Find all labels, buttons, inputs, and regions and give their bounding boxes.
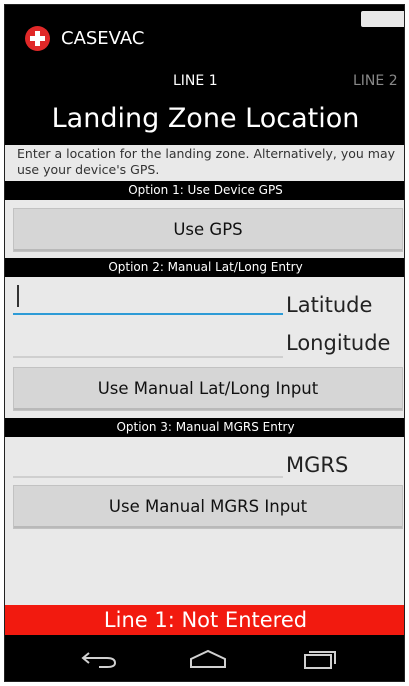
option3-header: Option 3: Manual MGRS Entry xyxy=(5,418,404,437)
mgrs-underline xyxy=(13,476,283,478)
screen-title: Landing Zone Location xyxy=(51,103,360,134)
option1-header: Option 1: Use Device GPS xyxy=(5,181,404,200)
phone-screen: CASEVAC LINE 1 LINE 2 Landing Zone Locat… xyxy=(4,4,405,682)
system-nav-bar xyxy=(5,635,404,681)
back-icon[interactable] xyxy=(77,647,123,671)
overflow-tab[interactable] xyxy=(361,11,404,27)
longitude-label: Longitude xyxy=(286,331,391,355)
longitude-underline xyxy=(13,356,283,358)
red-cross-icon xyxy=(25,26,50,51)
mgrs-input[interactable] xyxy=(13,443,283,477)
use-gps-button[interactable]: Use GPS xyxy=(13,208,403,252)
intro-text: Enter a location for the landing zone. A… xyxy=(17,146,396,177)
latitude-label: Latitude xyxy=(286,293,373,317)
form-content: Enter a location for the landing zone. A… xyxy=(5,145,404,605)
home-icon[interactable] xyxy=(185,647,231,671)
action-bar: CASEVAC xyxy=(5,5,404,67)
status-bar: Line 1: Not Entered xyxy=(5,605,404,635)
mgrs-label: MGRS xyxy=(286,453,349,477)
option2-header: Option 2: Manual Lat/Long Entry xyxy=(5,258,404,277)
use-manual-mgrs-button[interactable]: Use Manual MGRS Input xyxy=(13,485,403,529)
tab-line-2[interactable]: LINE 2 xyxy=(353,73,398,89)
tab-strip: LINE 1 LINE 2 xyxy=(5,67,404,97)
use-manual-latlong-button[interactable]: Use Manual Lat/Long Input xyxy=(13,367,403,411)
app-title: CASEVAC xyxy=(61,28,145,49)
tab-line-1[interactable]: LINE 1 xyxy=(173,73,218,89)
longitude-input[interactable] xyxy=(13,323,283,357)
recents-icon[interactable] xyxy=(297,647,343,671)
latitude-input[interactable] xyxy=(13,279,283,315)
latitude-underline xyxy=(13,313,283,315)
